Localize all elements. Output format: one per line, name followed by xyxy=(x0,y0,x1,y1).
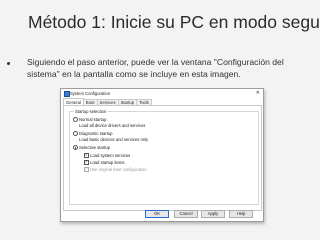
checkbox-original-boot[interactable]: ✓ xyxy=(84,167,89,173)
window-title: System Configuration xyxy=(70,91,111,96)
checkbox-startup-items[interactable]: ✓ xyxy=(84,160,89,166)
original-boot-config-label: Use original boot configuration xyxy=(90,167,147,172)
normal-startup-desc: Load all device drivers and services xyxy=(79,123,146,128)
slide-title: Método 1: Inicie su PC en modo seguro xyxy=(28,12,320,32)
general-tab-panel: Startup selection Normal startup Load al… xyxy=(63,105,262,211)
diagnostic-startup-radio[interactable]: Diagnostic startup xyxy=(73,131,113,137)
load-system-services-label: Load system services xyxy=(90,153,131,158)
load-startup-items-checkbox[interactable]: ✓ Load startup items xyxy=(84,160,125,166)
selective-startup-label: Selective startup xyxy=(79,145,110,150)
radio-selective[interactable] xyxy=(73,145,78,151)
bullet-text: Siguiendo el paso anterior, puede ver la… xyxy=(27,57,284,79)
normal-startup-label: Normal startup xyxy=(79,117,107,122)
apply-button[interactable]: Apply xyxy=(201,210,225,218)
system-configuration-window: System Configuration ✕ General Boot Servic… xyxy=(60,88,264,222)
radio-normal[interactable] xyxy=(73,117,78,123)
diagnostic-startup-desc: Load basic devices and services only xyxy=(79,137,149,142)
load-system-services-checkbox[interactable]: ✓ Load system services xyxy=(84,153,131,159)
load-startup-items-label: Load startup items xyxy=(90,160,125,165)
startup-selection-group: Startup selection Normal startup Load al… xyxy=(69,109,259,205)
tab-bar: General Boot Services Startup Tools xyxy=(63,98,261,106)
selective-startup-radio[interactable]: Selective startup xyxy=(73,145,110,151)
help-button[interactable]: Help xyxy=(229,210,253,218)
cancel-button[interactable]: Cancel xyxy=(174,210,198,218)
checkbox-system-services[interactable]: ✓ xyxy=(84,153,89,159)
radio-diagnostic[interactable] xyxy=(73,131,78,137)
ok-button[interactable]: OK xyxy=(145,210,169,218)
diagnostic-startup-label: Diagnostic startup xyxy=(79,131,113,136)
bullet-dot xyxy=(7,62,10,65)
normal-startup-radio[interactable]: Normal startup xyxy=(73,117,107,123)
startup-selection-label: Startup selection xyxy=(74,109,108,114)
original-boot-config-checkbox[interactable]: ✓ Use original boot configuration xyxy=(84,167,147,173)
window-titlebar[interactable]: System Configuration ✕ xyxy=(61,89,263,98)
close-icon[interactable]: ✕ xyxy=(256,90,260,96)
